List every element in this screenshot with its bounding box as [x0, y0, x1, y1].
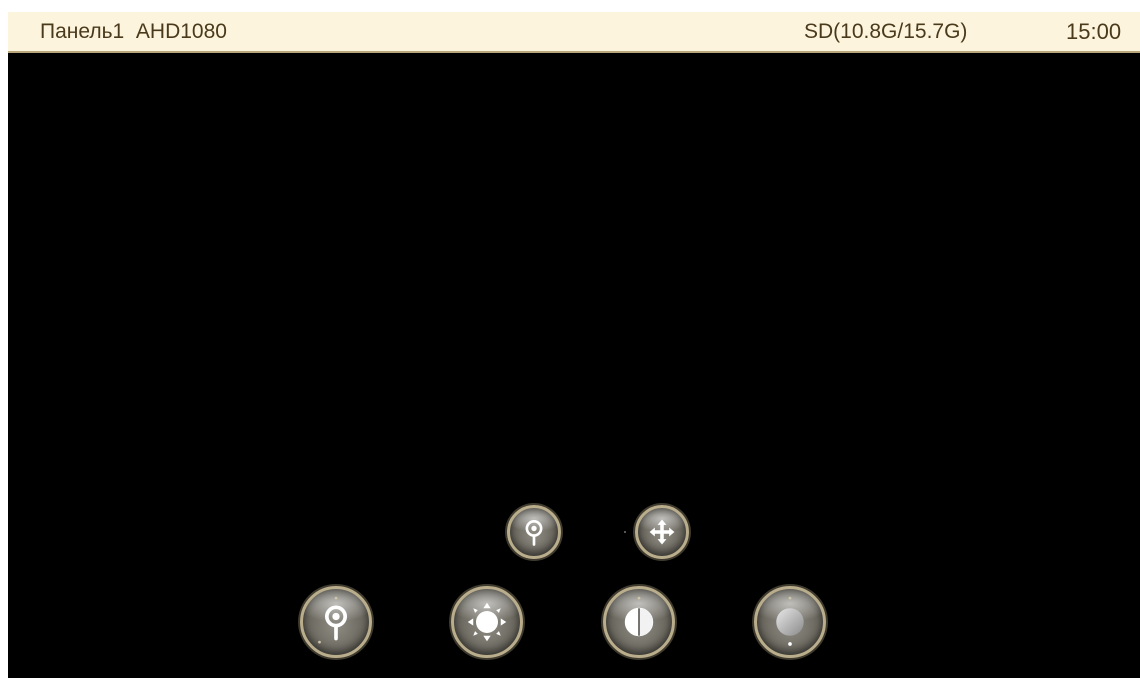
video-preview[interactable] [8, 53, 1140, 678]
saturation-button[interactable] [754, 586, 826, 658]
zoom-button[interactable] [300, 586, 372, 658]
move-arrows-icon [649, 519, 675, 545]
storage-status: SD(10.8G/15.7G) [804, 20, 968, 43]
separator-dot [624, 531, 626, 533]
contrast-button[interactable] [603, 586, 675, 658]
magnifier-icon [318, 596, 347, 644]
move-button[interactable] [635, 505, 689, 559]
saturation-icon [776, 596, 804, 646]
camera-screen: Панель1 AHD1080 SD(10.8G/15.7G) 15:00 [8, 12, 1140, 678]
status-bar: Панель1 AHD1080 SD(10.8G/15.7G) 15:00 [8, 12, 1140, 53]
panel-name: Панель1 [40, 20, 125, 43]
magnifier-icon [525, 520, 543, 546]
zoom-button-small[interactable] [507, 505, 561, 559]
panel-title: Панель1 AHD1080 [40, 20, 227, 44]
brightness-button[interactable] [451, 586, 523, 658]
contrast-icon [624, 596, 654, 637]
sun-icon [467, 602, 507, 642]
clock: 15:00 [1066, 19, 1122, 44]
resolution-label: AHD1080 [135, 20, 227, 43]
